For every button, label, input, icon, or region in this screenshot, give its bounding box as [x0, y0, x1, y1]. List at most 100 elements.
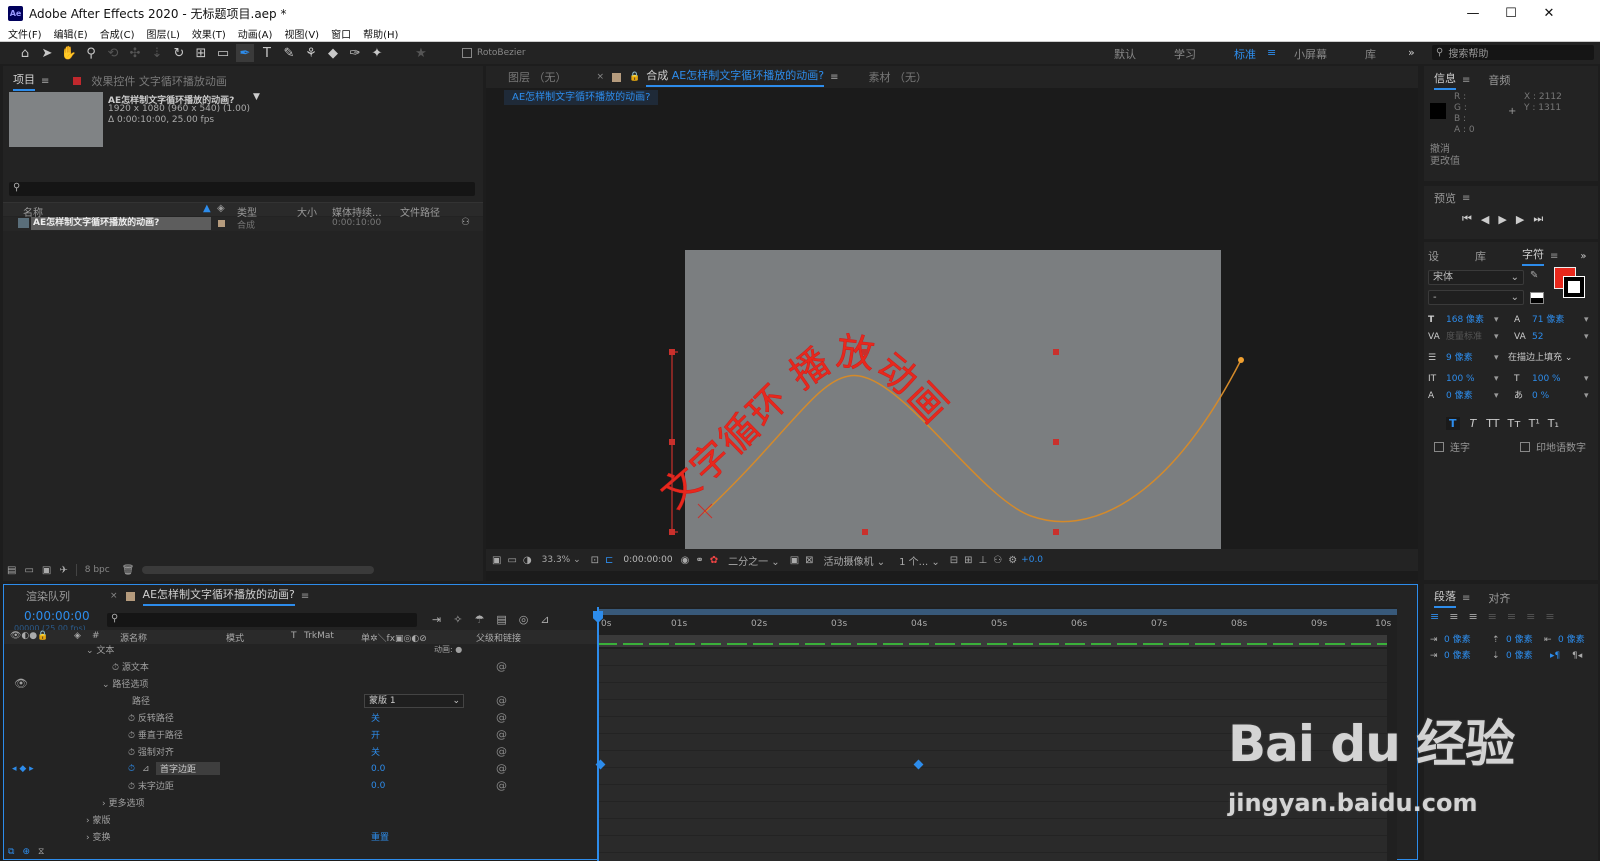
- layer-row-force-align[interactable]: ⏱ 强制对齐关 @: [4, 743, 597, 760]
- tab-audio[interactable]: 音频: [1488, 72, 1510, 88]
- zoom-dropdown[interactable]: 33.3% ⌄: [542, 555, 581, 565]
- tab-footage[interactable]: 素材 （无）: [868, 69, 927, 85]
- pickwhip-icon[interactable]: @: [496, 660, 507, 673]
- render-time-icon[interactable]: ⧖: [38, 847, 44, 857]
- prop-value[interactable]: 关: [371, 745, 380, 758]
- subscript-button[interactable]: T₁: [1548, 417, 1559, 430]
- reset-link[interactable]: 重置: [371, 830, 389, 843]
- layer-row-last-margin[interactable]: ⏱ 末字边距 0.0 @: [4, 777, 597, 794]
- handle-tr[interactable]: [1053, 349, 1059, 355]
- pen-icon[interactable]: ✒: [236, 44, 254, 62]
- faux-italic-button[interactable]: T: [1470, 417, 1477, 430]
- workspace-more-icon[interactable]: »: [1408, 46, 1415, 59]
- layer-row-transform[interactable]: › 变换 重置: [4, 828, 597, 845]
- next-frame-icon[interactable]: ▶: [1516, 213, 1524, 226]
- flowchart-icon[interactable]: ⚇: [993, 555, 1002, 566]
- swap-colors-icon[interactable]: [1530, 292, 1544, 304]
- more-panels-icon[interactable]: »: [1580, 251, 1586, 262]
- tracking-value[interactable]: 52: [1532, 329, 1543, 346]
- fit-icon[interactable]: ⊡: [591, 555, 599, 566]
- baseline-value[interactable]: 0 像素: [1446, 388, 1473, 405]
- lock-icon[interactable]: 🔒: [629, 72, 640, 82]
- workspace-learn[interactable]: 学习: [1174, 46, 1196, 62]
- mask-visibility-icon[interactable]: ◑: [523, 555, 532, 566]
- orbit-icon[interactable]: ⟲: [104, 44, 122, 62]
- pickwhip-icon[interactable]: @: [496, 694, 507, 707]
- label-tag-icon[interactable]: ◈: [217, 203, 225, 214]
- toggle-pixel-icon[interactable]: ⊟: [950, 555, 958, 566]
- reset-exposure-icon[interactable]: ⊞: [964, 555, 972, 566]
- minimize-button[interactable]: —: [1454, 0, 1492, 26]
- project-scrollbar[interactable]: [142, 566, 375, 574]
- mask-vertex[interactable]: [1238, 357, 1244, 363]
- panel-menu-icon[interactable]: ≡: [830, 72, 838, 83]
- menu-window[interactable]: 窗口: [331, 26, 351, 41]
- help-search-input[interactable]: ⚲ 搜索帮助: [1432, 45, 1594, 60]
- handle-bl[interactable]: [669, 529, 675, 535]
- tab-character[interactable]: 字符: [1522, 246, 1544, 266]
- menu-help[interactable]: 帮助(H): [363, 26, 398, 41]
- graph-icon[interactable]: ⊿: [142, 764, 150, 774]
- interpret-footage-icon[interactable]: ▤: [7, 565, 16, 576]
- tab-paragraph[interactable]: 段落: [1434, 588, 1456, 608]
- justify-all-icon[interactable]: ≡: [1545, 610, 1554, 623]
- pickwhip-icon[interactable]: @: [496, 711, 507, 724]
- tab-align[interactable]: 对齐: [1488, 590, 1510, 606]
- align-center-icon[interactable]: ≡: [1449, 610, 1458, 623]
- space-before-value[interactable]: 0 像素: [1506, 632, 1533, 648]
- timeline-tracks[interactable]: 0s 01s 02s 03s 04s 05s 06s 07s 08s 09s 1…: [593, 607, 1397, 861]
- prop-value[interactable]: 开: [371, 728, 380, 741]
- type-icon[interactable]: T: [258, 44, 276, 62]
- prop-value[interactable]: 关: [371, 711, 380, 724]
- new-folder-icon[interactable]: ▭: [24, 565, 33, 576]
- graph-editor-icon[interactable]: ⊿: [540, 613, 549, 626]
- close-button[interactable]: ✕: [1530, 0, 1568, 26]
- stroke-width-value[interactable]: 9 像素: [1446, 350, 1473, 367]
- brush-icon[interactable]: ✎: [280, 44, 298, 62]
- camera-dropdown[interactable]: 活动摄像机 ⌄: [824, 553, 886, 568]
- menu-file[interactable]: 文件(F): [8, 26, 42, 41]
- comp-dropdown-icon[interactable]: ▼: [253, 92, 260, 102]
- prev-frame-icon[interactable]: ◀: [1481, 213, 1489, 226]
- time-ruler[interactable]: 0s 01s 02s 03s 04s 05s 06s 07s 08s 09s 1…: [597, 619, 1397, 633]
- new-comp-icon[interactable]: ▣: [42, 565, 51, 576]
- font-family-select[interactable]: 宋体 ⌄: [1428, 270, 1524, 285]
- tab-libraries[interactable]: 库: [1475, 248, 1486, 264]
- stroke-color-swatch[interactable]: [1563, 276, 1585, 298]
- sort-arrow-icon[interactable]: ▲: [203, 203, 211, 214]
- tab-render-queue[interactable]: 渲染队列: [26, 588, 70, 604]
- motion-blur-icon[interactable]: ◎: [519, 613, 529, 626]
- resolution-dropdown[interactable]: 二分之一 ⌄: [728, 553, 780, 568]
- hscale-value[interactable]: 100 %: [1532, 371, 1561, 388]
- layer-row-path[interactable]: 路径 蒙版 1 ⌄ @: [4, 692, 597, 709]
- project-item-row[interactable]: AE怎样制文字循环播放的动画? 合成 0:00:10:00 ⚇: [3, 217, 483, 231]
- rtl-icon[interactable]: ¶◂: [1572, 648, 1582, 664]
- layer-row-perpendicular[interactable]: ⏱ 垂直于路径开 @: [4, 726, 597, 743]
- layer-row-source-text[interactable]: ⏱ 源文本 @: [4, 658, 597, 675]
- anchor-icon[interactable]: ⊞: [192, 44, 210, 62]
- pickwhip-icon[interactable]: @: [496, 728, 507, 741]
- keyframe-nav-icon[interactable]: ◂ ◆ ▸: [12, 764, 34, 774]
- layer-row-reverse-path[interactable]: ⏱ 反转路径关 @: [4, 709, 597, 726]
- region-icon[interactable]: ⊏: [605, 555, 613, 566]
- close-tab-icon[interactable]: ×: [597, 72, 605, 82]
- col-t[interactable]: T: [291, 631, 297, 641]
- tab-info[interactable]: 信息: [1434, 70, 1456, 90]
- visibility-eye-icon[interactable]: 👁: [14, 677, 28, 690]
- tab-layer[interactable]: 图层 （无）: [508, 69, 567, 85]
- toggle-modes-icon[interactable]: ⊕: [22, 847, 30, 857]
- last-frame-icon[interactable]: ⏭: [1533, 212, 1543, 226]
- eyedropper-icon[interactable]: ✎: [1530, 270, 1538, 281]
- transparency-grid-icon[interactable]: ⊠: [805, 555, 813, 566]
- tab-effect-controls[interactable]: 效果控件 文字循环播放动画: [91, 73, 227, 89]
- exposure-value[interactable]: +0.0: [1021, 555, 1043, 565]
- prop-value[interactable]: 0.0: [371, 781, 385, 791]
- draft-3d-icon[interactable]: ✧: [453, 613, 462, 626]
- puppet-icon[interactable]: ✦: [368, 44, 386, 62]
- layer-row-path-options[interactable]: 👁 ⌄ 路径选项: [4, 675, 597, 692]
- pan-icon[interactable]: ✣: [126, 44, 144, 62]
- tab-timeline-comp[interactable]: AE怎样制文字循环播放的动画?: [142, 586, 295, 606]
- layer-row-more-options[interactable]: › 更多选项: [4, 794, 597, 811]
- workspace-small-screen[interactable]: 小屏幕: [1294, 46, 1327, 62]
- font-size-value[interactable]: 168 像素: [1446, 312, 1484, 329]
